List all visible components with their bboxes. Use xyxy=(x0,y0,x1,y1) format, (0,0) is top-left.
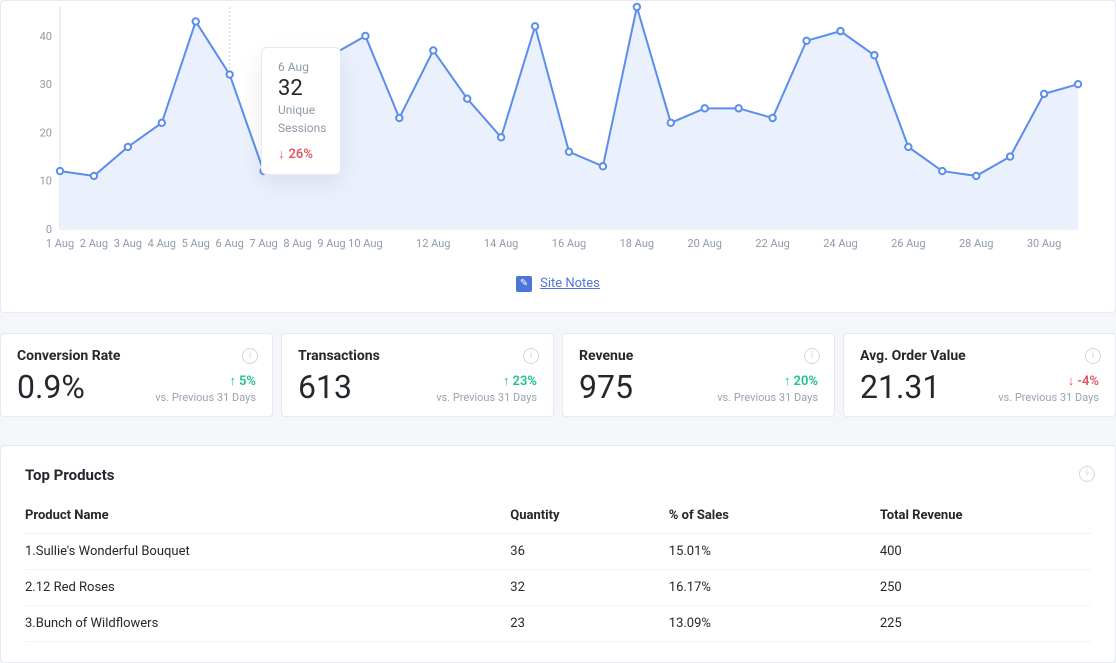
col-percent-sales[interactable]: % of Sales xyxy=(669,498,880,534)
svg-text:20 Aug: 20 Aug xyxy=(688,237,722,250)
site-notes-link[interactable]: ✎ Site Notes xyxy=(516,276,600,292)
svg-text:24 Aug: 24 Aug xyxy=(823,237,857,250)
stat-delta: 20% xyxy=(717,373,818,389)
stat-title: Conversion Rate xyxy=(17,348,256,364)
stat-vs: vs. Previous 31 Days xyxy=(436,391,537,404)
tooltip-value: 32 xyxy=(278,76,324,101)
table-row[interactable]: 1.Sullie's Wonderful Bouquet3615.01%400 xyxy=(25,533,1091,569)
sessions-chart-card: 0 10 20 30 40 1 Aug 2 Aug 3 Aug 4 Aug 5 Aug 6 Aug 7… xyxy=(0,0,1116,313)
top-products-table: Product Name Quantity % of Sales Total R… xyxy=(25,498,1091,642)
stat-title: Revenue xyxy=(579,348,818,364)
svg-text:40: 40 xyxy=(40,30,52,43)
row-percent-sales: 13.09% xyxy=(669,605,880,641)
stat-vs: vs. Previous 31 Days xyxy=(717,391,818,404)
info-icon[interactable]: i xyxy=(1085,348,1101,364)
row-total-revenue: 225 xyxy=(880,605,1091,641)
svg-text:10 Aug: 10 Aug xyxy=(348,237,382,250)
info-icon[interactable]: i xyxy=(242,348,258,364)
col-quantity[interactable]: Quantity xyxy=(510,498,669,534)
row-product-name: Sullie's Wonderful Bouquet xyxy=(36,533,511,569)
tooltip-metric-line2: Sessions xyxy=(278,121,324,137)
svg-text:30: 30 xyxy=(40,78,52,91)
top-products-card: Top Products i Product Name Quantity % o… xyxy=(0,445,1116,663)
row-percent-sales: 16.17% xyxy=(669,569,880,605)
col-total-revenue[interactable]: Total Revenue xyxy=(880,498,1091,534)
row-index: 2. xyxy=(25,569,36,605)
row-total-revenue: 250 xyxy=(880,569,1091,605)
stat-card: Transactionsi61323%vs. Previous 31 Days xyxy=(281,333,554,417)
sessions-chart[interactable]: 0 10 20 30 40 1 Aug 2 Aug 3 Aug 4 Aug 5 Aug 6 Aug 7… xyxy=(21,1,1095,261)
top-products-title: Top Products xyxy=(25,466,1091,484)
info-icon[interactable]: i xyxy=(804,348,820,364)
svg-text:3 Aug: 3 Aug xyxy=(114,237,142,250)
stat-delta: -4% xyxy=(998,373,1099,389)
stat-card: Conversion Ratei0.9%5%vs. Previous 31 Da… xyxy=(0,333,273,417)
tooltip-date: 6 Aug xyxy=(278,60,324,74)
svg-text:12 Aug: 12 Aug xyxy=(416,237,450,250)
tooltip-metric-line1: Unique xyxy=(278,103,324,119)
row-quantity: 32 xyxy=(510,569,669,605)
row-percent-sales: 15.01% xyxy=(669,533,880,569)
svg-text:22 Aug: 22 Aug xyxy=(755,237,789,250)
row-quantity: 36 xyxy=(510,533,669,569)
info-icon[interactable]: i xyxy=(1079,466,1095,482)
row-total-revenue: 400 xyxy=(880,533,1091,569)
chart-tooltip: 6 Aug 32 Unique Sessions 26% xyxy=(261,47,341,175)
row-quantity: 23 xyxy=(510,605,669,641)
site-notes-label[interactable]: Site Notes xyxy=(540,276,600,291)
stat-card: Revenuei97520%vs. Previous 31 Days xyxy=(562,333,835,417)
table-row[interactable]: 3.Bunch of Wildflowers2313.09%225 xyxy=(25,605,1091,641)
svg-text:30 Aug: 30 Aug xyxy=(1027,237,1061,250)
svg-text:14 Aug: 14 Aug xyxy=(484,237,518,250)
row-product-name: Bunch of Wildflowers xyxy=(36,605,511,641)
tooltip-delta: 26% xyxy=(278,146,324,162)
row-product-name: 12 Red Roses xyxy=(36,569,511,605)
svg-text:0: 0 xyxy=(46,223,52,236)
svg-text:1 Aug: 1 Aug xyxy=(46,237,74,250)
table-row[interactable]: 2.12 Red Roses3216.17%250 xyxy=(25,569,1091,605)
note-icon: ✎ xyxy=(516,276,532,292)
svg-text:28 Aug: 28 Aug xyxy=(959,237,993,250)
col-product-name[interactable]: Product Name xyxy=(25,498,510,534)
svg-text:4 Aug: 4 Aug xyxy=(148,237,176,250)
row-index: 3. xyxy=(25,605,36,641)
stat-card: Avg. Order Valuei21.31-4%vs. Previous 31… xyxy=(843,333,1116,417)
svg-text:10: 10 xyxy=(40,175,52,188)
svg-text:26 Aug: 26 Aug xyxy=(891,237,925,250)
stats-row: Conversion Ratei0.9%5%vs. Previous 31 Da… xyxy=(0,333,1116,417)
svg-text:5 Aug: 5 Aug xyxy=(182,237,210,250)
stat-vs: vs. Previous 31 Days xyxy=(998,391,1099,404)
stat-title: Transactions xyxy=(298,348,537,364)
svg-text:7 Aug: 7 Aug xyxy=(249,237,277,250)
svg-text:20: 20 xyxy=(40,126,52,139)
svg-text:6 Aug: 6 Aug xyxy=(216,237,244,250)
stat-delta: 23% xyxy=(436,373,537,389)
row-index: 1. xyxy=(25,533,36,569)
svg-text:2 Aug: 2 Aug xyxy=(80,237,108,250)
stat-title: Avg. Order Value xyxy=(860,348,1099,364)
info-icon[interactable]: i xyxy=(523,348,539,364)
stat-delta: 5% xyxy=(155,373,256,389)
svg-text:16 Aug: 16 Aug xyxy=(552,237,586,250)
svg-text:9 Aug: 9 Aug xyxy=(317,237,345,250)
stat-vs: vs. Previous 31 Days xyxy=(155,391,256,404)
svg-text:8 Aug: 8 Aug xyxy=(283,237,311,250)
svg-text:18 Aug: 18 Aug xyxy=(620,237,654,250)
